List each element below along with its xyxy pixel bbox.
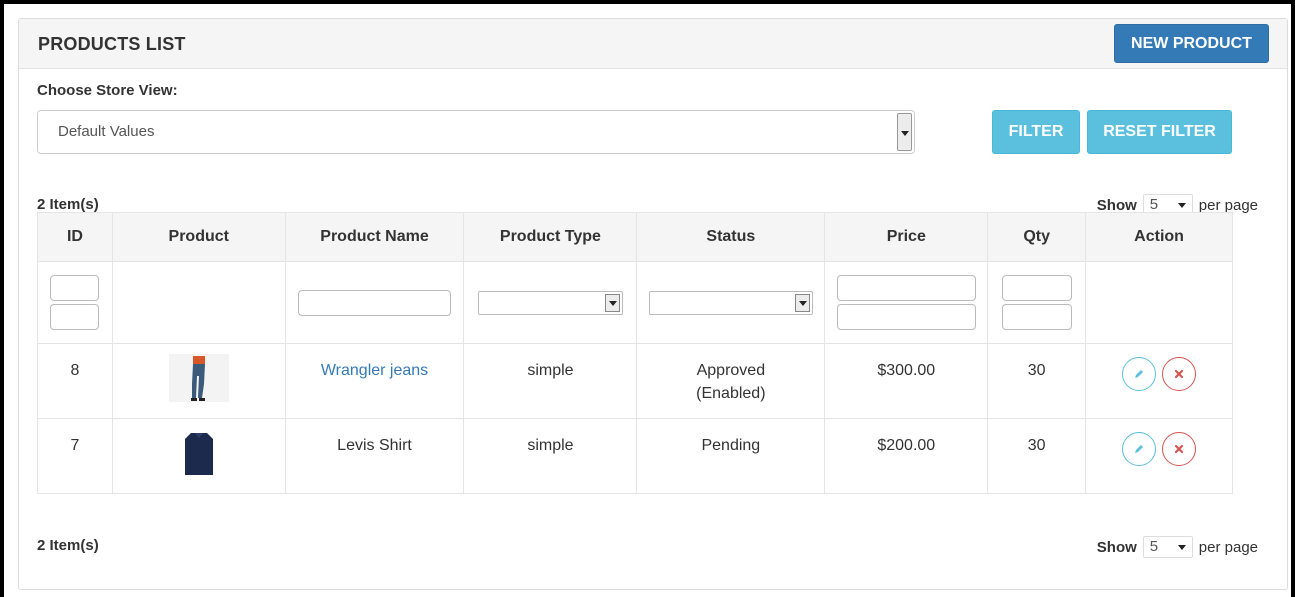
- status-filter-cell: [636, 261, 826, 344]
- price-to-input[interactable]: [836, 304, 976, 330]
- store-view-select[interactable]: Default Values: [37, 110, 915, 154]
- close-icon: [1174, 369, 1184, 379]
- pager-bottom: Show 5 per page: [1097, 536, 1258, 558]
- action-cell: [1085, 418, 1233, 494]
- jeans-thumbnail[interactable]: [168, 354, 229, 402]
- product-name-filter-input[interactable]: [298, 289, 452, 316]
- product-name-cell: Levis Shirt: [284, 418, 465, 494]
- per-page-label: per page: [1198, 196, 1258, 214]
- products-table: ID Product Product Name Product Type Sta…: [37, 212, 1233, 494]
- action-cell: [1085, 343, 1233, 419]
- status-filter-select[interactable]: [648, 290, 813, 315]
- delete-button[interactable]: [1162, 357, 1197, 391]
- edit-button[interactable]: [1122, 357, 1157, 391]
- per-page-value: 5: [1149, 196, 1159, 213]
- table-header-row: ID Product Product Name Product Type Sta…: [37, 212, 1233, 262]
- dropdown-arrow-icon[interactable]: [604, 293, 620, 312]
- status-cell: Approved (Enabled): [636, 343, 826, 419]
- show-label: Show: [1096, 196, 1137, 214]
- column-header-status[interactable]: Status: [636, 212, 826, 262]
- filter-button[interactable]: FILTER: [992, 110, 1080, 154]
- pencil-icon: [1135, 445, 1144, 453]
- table-row: 8 Wrangler jeans simple Approved (Enable…: [37, 343, 1233, 419]
- dropdown-arrow-icon[interactable]: [897, 113, 912, 151]
- filter-row: [37, 261, 1233, 344]
- close-icon: [1174, 444, 1184, 454]
- column-header-id[interactable]: ID: [37, 212, 113, 262]
- qty-from-input[interactable]: [1001, 275, 1072, 301]
- id-cell: 7: [37, 418, 113, 494]
- column-header-product: Product: [111, 212, 286, 262]
- product-name-link[interactable]: Wrangler jeans: [321, 362, 428, 379]
- column-header-product-type[interactable]: Product Type: [463, 212, 638, 262]
- product-type-filter-select[interactable]: [477, 290, 623, 315]
- table-row: 7 Levis Shirt simple Pending $200.00 30: [37, 418, 1233, 494]
- product-image-cell: [111, 418, 286, 494]
- column-header-action: Action: [1085, 212, 1233, 262]
- action-filter-cell: [1085, 261, 1233, 344]
- id-from-input[interactable]: [50, 275, 100, 301]
- price-cell: $300.00: [824, 343, 989, 419]
- store-view-selected: Default Values: [58, 123, 155, 140]
- dropdown-arrow-icon[interactable]: [794, 293, 810, 312]
- product-type-cell: simple: [463, 418, 638, 494]
- id-to-input[interactable]: [50, 304, 100, 330]
- id-cell: 8: [37, 343, 113, 419]
- id-filter-cell: [37, 261, 113, 344]
- panel-header: PRODUCTS LIST NEW PRODUCT: [19, 19, 1287, 69]
- qty-cell: 30: [987, 418, 1087, 494]
- qty-filter-cell: [987, 261, 1087, 344]
- product-filter-cell: [111, 261, 286, 344]
- per-page-label: per page: [1198, 538, 1258, 556]
- product-name-cell: Wrangler jeans: [284, 343, 465, 419]
- edit-button[interactable]: [1122, 432, 1157, 466]
- new-product-button[interactable]: NEW PRODUCT: [1114, 24, 1269, 63]
- price-cell: $200.00: [824, 418, 989, 494]
- show-label: Show: [1096, 538, 1137, 556]
- type-filter-cell: [463, 261, 638, 344]
- qty-to-input[interactable]: [1001, 304, 1072, 330]
- items-count-bottom: 2 Item(s): [37, 537, 99, 554]
- price-from-input[interactable]: [836, 275, 976, 301]
- store-view-label: Choose Store View:: [37, 82, 178, 99]
- name-filter-cell: [284, 261, 465, 344]
- column-header-qty[interactable]: Qty: [987, 212, 1087, 262]
- per-page-value: 5: [1149, 538, 1159, 555]
- status-cell: Pending: [636, 418, 826, 494]
- reset-filter-button[interactable]: RESET FILTER: [1087, 110, 1232, 154]
- items-count-top: 2 Item(s): [37, 196, 99, 213]
- status-subtext: (Enabled): [696, 385, 766, 402]
- per-page-select[interactable]: 5: [1142, 536, 1193, 558]
- status-text: Approved: [696, 362, 766, 379]
- status-text: Pending: [701, 437, 761, 454]
- column-header-price[interactable]: Price: [824, 212, 989, 262]
- shirt-thumbnail[interactable]: [168, 429, 229, 477]
- pencil-icon: [1135, 370, 1144, 378]
- qty-cell: 30: [987, 343, 1087, 419]
- product-type-cell: simple: [463, 343, 638, 419]
- column-header-product-name[interactable]: Product Name: [284, 212, 465, 262]
- page-title: PRODUCTS LIST: [38, 34, 186, 54]
- delete-button[interactable]: [1162, 432, 1197, 466]
- price-filter-cell: [824, 261, 989, 344]
- product-image-cell: [111, 343, 286, 419]
